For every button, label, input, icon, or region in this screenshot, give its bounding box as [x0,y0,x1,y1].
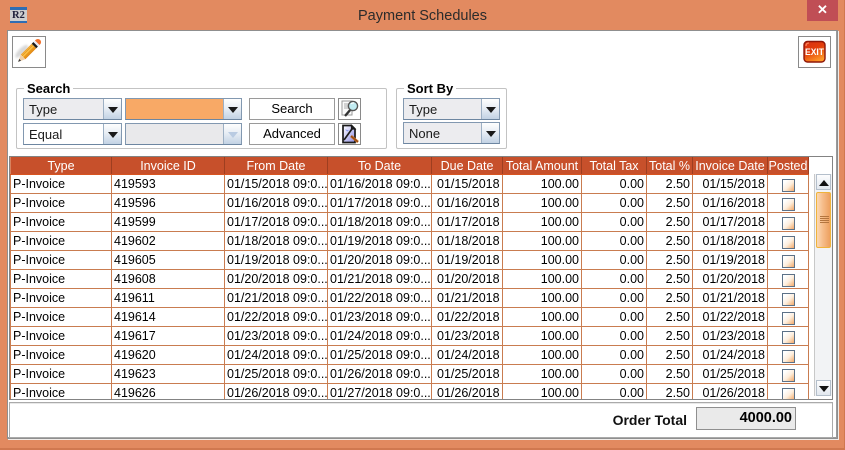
svg-text:EXIT: EXIT [805,47,824,58]
